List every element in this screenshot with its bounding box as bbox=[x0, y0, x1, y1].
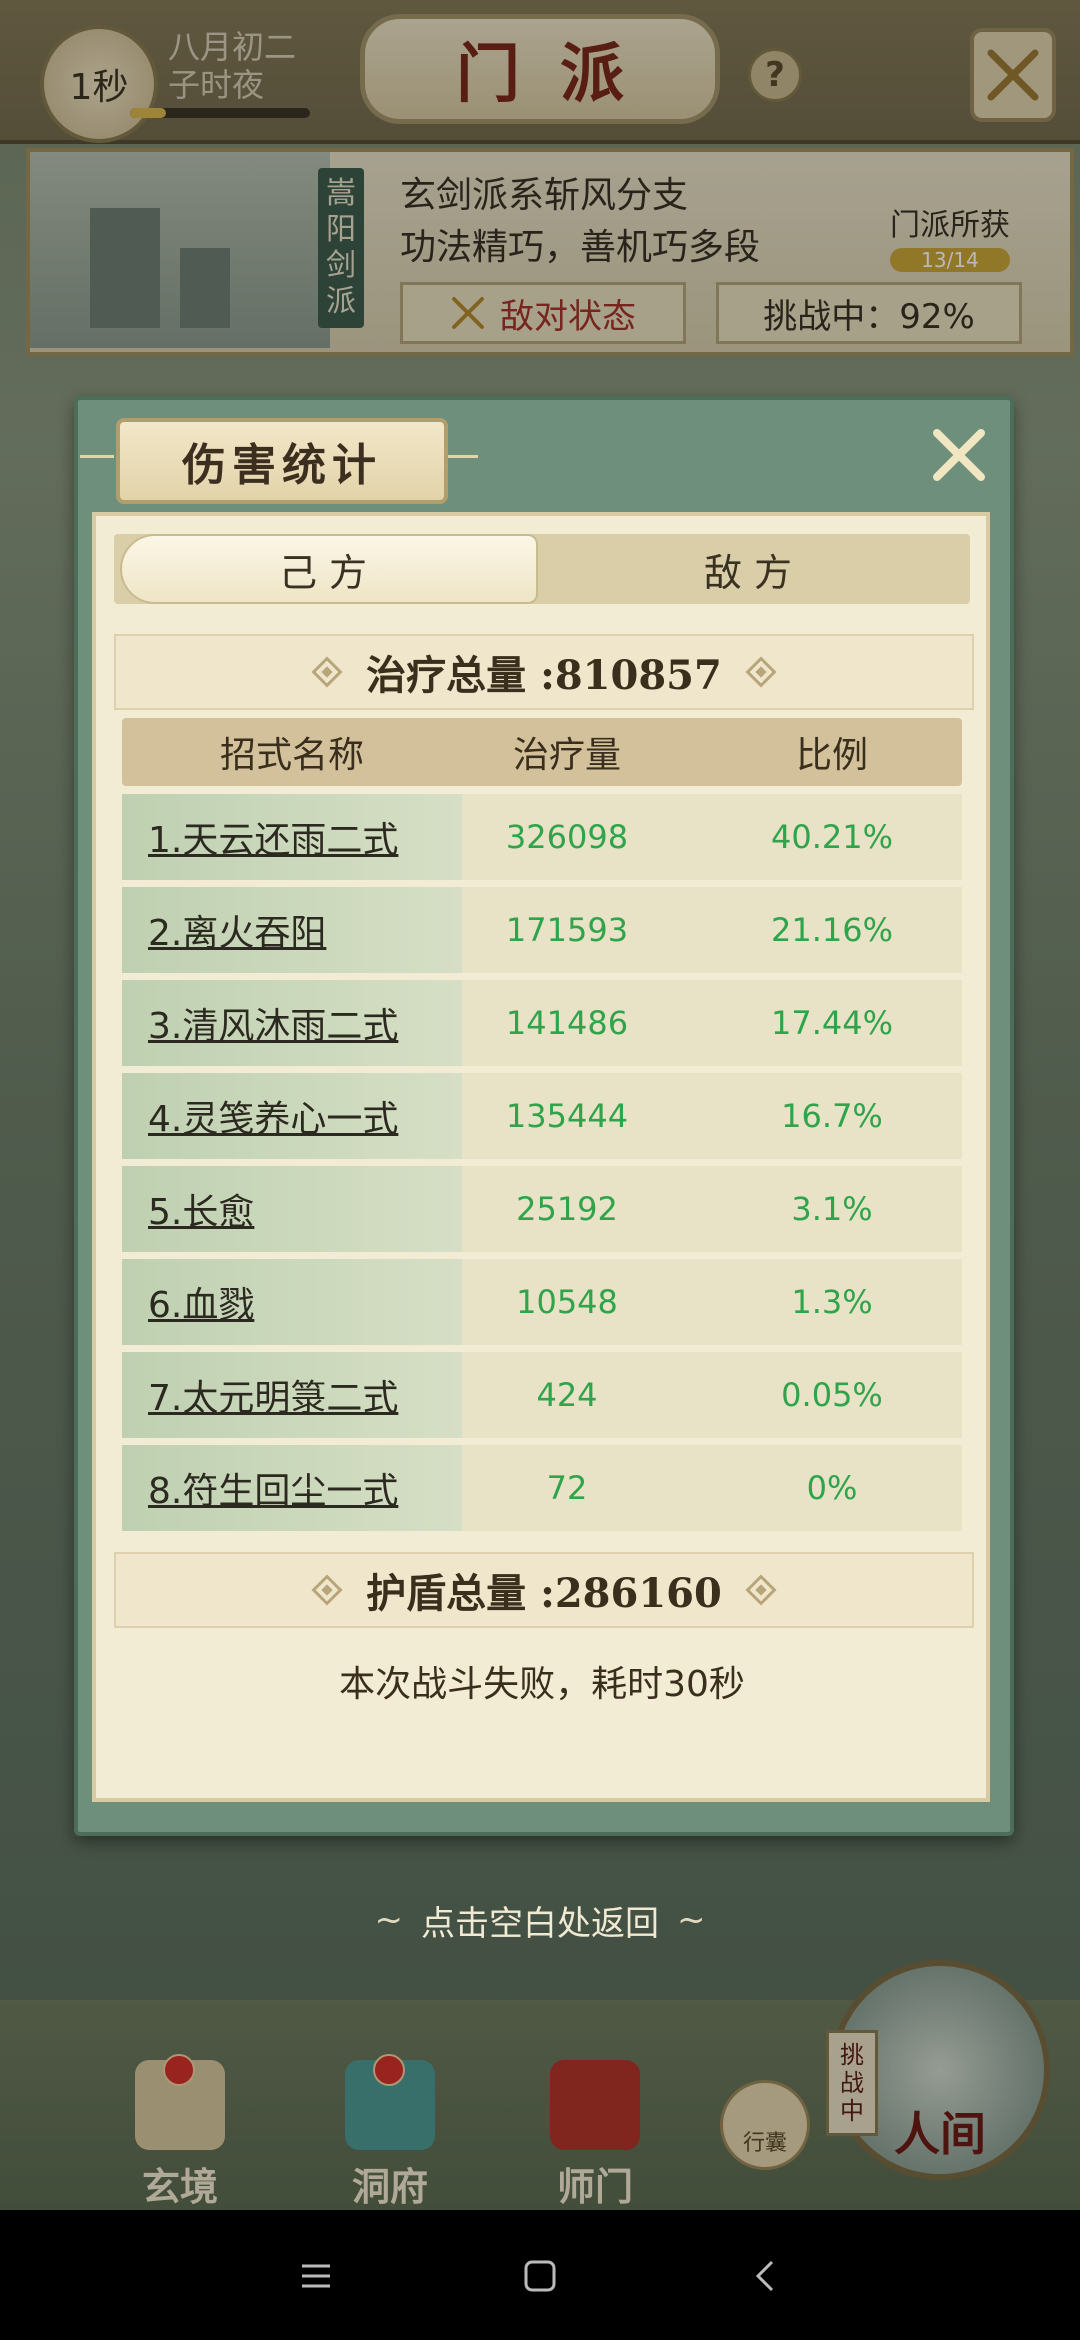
table-row: 1.天云还雨二式 326098 40.21% bbox=[122, 794, 962, 880]
modal-title: 伤害统计 bbox=[116, 418, 448, 504]
skill-name-link[interactable]: 1.天云还雨二式 bbox=[122, 794, 462, 880]
battle-result-text: 本次战斗失败，耗时30秒 bbox=[339, 1664, 745, 1705]
column-skill-name: 招式名称 bbox=[219, 735, 364, 776]
menu-button[interactable] bbox=[286, 2246, 346, 2306]
close-icon bbox=[933, 429, 985, 481]
heal-ratio: 40.21% bbox=[770, 818, 893, 856]
home-square-icon bbox=[524, 2260, 556, 2292]
side-tabs: 己方 敌方 bbox=[114, 534, 970, 604]
table-row: 8.符生回尘一式 72 0% bbox=[122, 1445, 962, 1531]
diamond-ornament-icon bbox=[311, 1574, 343, 1606]
heal-amount: 424 bbox=[536, 1376, 598, 1414]
table-header: 招式名称 治疗量 比例 bbox=[122, 718, 962, 786]
skill-name-link[interactable]: 4.灵笺养心一式 bbox=[122, 1073, 462, 1159]
heal-amount: 171593 bbox=[505, 911, 629, 949]
heal-amount: 10548 bbox=[516, 1283, 618, 1321]
table-row: 2.离火吞阳 171593 21.16% bbox=[122, 887, 962, 973]
modal-content: 己方 敌方 治疗总量 :810857 招式名称 治疗量 比例 1.天云还雨二式 … bbox=[92, 512, 990, 1802]
heal-ratio: 21.16% bbox=[770, 911, 893, 949]
heal-amount: 72 bbox=[546, 1469, 588, 1507]
swirl-ornament-icon: ~ bbox=[677, 1900, 706, 1940]
tab-own-side[interactable]: 己方 bbox=[120, 534, 538, 604]
skill-name-link[interactable]: 7.太元明箓二式 bbox=[122, 1352, 462, 1438]
heal-table-body: 1.天云还雨二式 326098 40.21% 2.离火吞阳 171593 21.… bbox=[122, 794, 962, 1538]
heal-ratio: 0% bbox=[806, 1469, 858, 1507]
heal-ratio: 16.7% bbox=[781, 1097, 883, 1135]
skill-name-link[interactable]: 5.长愈 bbox=[122, 1166, 462, 1252]
heal-total-label: 治疗总量 :810857 bbox=[366, 652, 722, 699]
heal-ratio: 3.1% bbox=[791, 1190, 873, 1228]
heal-amount: 326098 bbox=[505, 818, 629, 856]
heal-ratio: 1.3% bbox=[791, 1283, 873, 1321]
skill-name-link[interactable]: 2.离火吞阳 bbox=[122, 887, 462, 973]
heal-ratio: 17.44% bbox=[770, 1004, 893, 1042]
diamond-ornament-icon bbox=[745, 656, 777, 688]
table-row: 5.长愈 25192 3.1% bbox=[122, 1166, 962, 1252]
skill-name-link[interactable]: 3.清风沐雨二式 bbox=[122, 980, 462, 1066]
swirl-ornament-icon: ~ bbox=[374, 1900, 404, 1940]
back-button[interactable] bbox=[736, 2246, 796, 2306]
shield-total-label: 护盾总量 :286160 bbox=[366, 1570, 722, 1617]
heal-ratio: 0.05% bbox=[781, 1376, 883, 1414]
system-nav-bar bbox=[0, 2210, 1080, 2340]
return-hint-text: 点击空白处返回 bbox=[421, 1903, 659, 1944]
home-button[interactable] bbox=[510, 2246, 570, 2306]
modal-close-button[interactable] bbox=[924, 420, 994, 490]
return-hint[interactable]: ~ 点击空白处返回 ~ bbox=[200, 1888, 880, 1952]
shield-total-bar: 护盾总量 :286160 bbox=[114, 1552, 974, 1628]
table-row: 3.清风沐雨二式 141486 17.44% bbox=[122, 980, 962, 1066]
diamond-ornament-icon bbox=[311, 656, 343, 688]
heal-total-bar: 治疗总量 :810857 bbox=[114, 634, 974, 710]
heal-amount: 25192 bbox=[516, 1190, 618, 1228]
heal-amount: 141486 bbox=[505, 1004, 629, 1042]
diamond-ornament-icon bbox=[745, 1574, 777, 1606]
table-row: 7.太元明箓二式 424 0.05% bbox=[122, 1352, 962, 1438]
column-heal-amount: 治疗量 bbox=[512, 735, 621, 776]
tab-enemy-side[interactable]: 敌方 bbox=[538, 534, 970, 604]
skill-name-link[interactable]: 6.血戮 bbox=[122, 1259, 462, 1345]
damage-stats-modal: 伤害统计 己方 敌方 治疗总量 :810857 招式名称 治疗量 比例 1.天云… bbox=[74, 396, 1014, 1836]
table-row: 6.血戮 10548 1.3% bbox=[122, 1259, 962, 1345]
skill-name-link[interactable]: 8.符生回尘一式 bbox=[122, 1445, 462, 1531]
column-ratio: 比例 bbox=[795, 735, 868, 776]
back-chevron-icon bbox=[755, 2260, 774, 2292]
heal-amount: 135444 bbox=[505, 1097, 629, 1135]
menu-icon bbox=[302, 2264, 330, 2288]
table-row: 4.灵笺养心一式 135444 16.7% bbox=[122, 1073, 962, 1159]
